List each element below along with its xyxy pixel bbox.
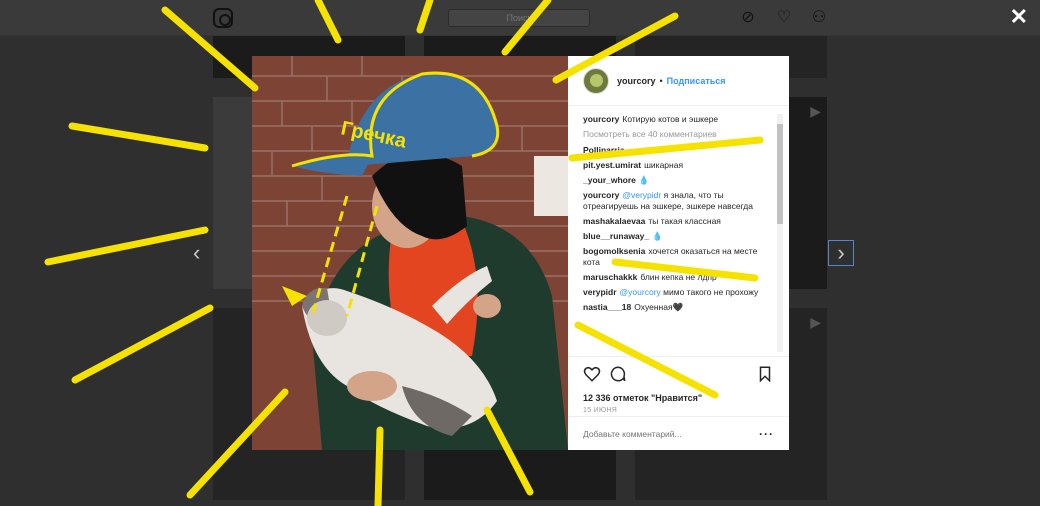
comment-item: blue__runaway_ 💧 xyxy=(583,231,775,242)
comments-list: yourcory Котирую котов и эшкере Посмотрет… xyxy=(583,114,775,352)
comment-user[interactable]: nastia___18 xyxy=(583,302,631,312)
caption: yourcory Котирую котов и эшкере xyxy=(583,114,775,125)
scrollbar-thumb[interactable] xyxy=(777,124,783,224)
more-options-button[interactable]: ··· xyxy=(759,427,774,441)
view-all-comments-link[interactable]: Посмотреть все 40 комментариев xyxy=(583,129,775,139)
comment-user[interactable]: Pollinarria xyxy=(583,145,625,155)
bookmark-icon[interactable] xyxy=(756,365,774,383)
avatar[interactable] xyxy=(583,67,609,94)
comment-user[interactable]: maruschakkk xyxy=(583,272,637,282)
comment-item: _your_whore 💧 xyxy=(583,175,775,186)
comment-item: yourcory @verypidr я знала, что ты отреаг… xyxy=(583,190,775,212)
comments-scrollbar[interactable] xyxy=(777,114,783,352)
post-header: yourcory • Подписаться xyxy=(568,56,789,106)
user-icon[interactable]: ⚇ xyxy=(810,9,828,27)
comment-text: Охуенная🖤 xyxy=(634,302,684,312)
comment-item: nastia___18 Охуенная🖤 xyxy=(583,302,775,313)
like-heart-icon[interactable] xyxy=(583,365,601,383)
post-modal: Гречка yourcory • Подписаться yourcory Ко… xyxy=(252,56,789,450)
comment-user[interactable]: verypidr xyxy=(583,287,617,297)
search-input[interactable] xyxy=(448,9,590,27)
comment-user[interactable]: yourcory xyxy=(583,190,619,200)
previous-arrow[interactable]: ‹ xyxy=(193,240,200,266)
likes-count[interactable]: 12 336 отметок "Нравится" xyxy=(583,393,774,403)
comment-mention[interactable]: @yourcory xyxy=(620,287,661,297)
compass-icon[interactable]: ⊘ xyxy=(739,9,757,27)
comment-text: блин кепка не лдпр xyxy=(640,272,717,282)
comment-input[interactable] xyxy=(583,428,759,439)
comment-user[interactable]: bogomolksenia xyxy=(583,246,645,256)
grid-tile[interactable] xyxy=(424,450,616,500)
comment-text: 💧 xyxy=(638,175,650,185)
comment-user[interactable]: mashakalaevaa xyxy=(583,216,645,226)
background-header: ⊘ ♡ ⚇ xyxy=(0,0,1040,36)
add-comment-bar: ··· xyxy=(568,416,789,450)
comment-user[interactable]: yourcory xyxy=(583,114,619,124)
comment-item: bogomolksenia хочется оказаться на месте … xyxy=(583,246,775,268)
heart-icon[interactable]: ♡ xyxy=(775,9,793,27)
video-icon: ▶ xyxy=(810,314,821,330)
close-button[interactable]: ✕ xyxy=(1010,4,1028,30)
post-photo: Гречка xyxy=(252,56,568,450)
comment-item: Pollinarria xyxy=(583,145,775,156)
comment-mention[interactable]: @verypidr xyxy=(622,190,661,200)
comment-text: мимо такого не прохожу xyxy=(663,287,759,297)
grid-tile[interactable]: ▶ xyxy=(789,97,827,289)
comment-item: mashakalaevaa ты такая классная xyxy=(583,216,775,227)
comment-text: ты такая классная xyxy=(648,216,721,226)
video-icon: ▶ xyxy=(810,103,821,119)
comment-user[interactable]: pit.yest.umirat xyxy=(583,160,641,170)
comment-item: pit.yest.umirat шикарная xyxy=(583,160,775,171)
comment-item: maruschakkk блин кепка не лдпр xyxy=(583,272,775,283)
comment-user[interactable]: blue__runaway_ xyxy=(583,231,649,241)
next-arrow[interactable]: › xyxy=(828,240,854,266)
comment-bubble-icon[interactable] xyxy=(609,365,627,383)
post-date: 15 ИЮНЯ xyxy=(583,407,618,414)
post-username[interactable]: yourcory xyxy=(617,76,656,86)
post-sidebar: yourcory • Подписаться yourcory Котирую к… xyxy=(568,56,789,450)
comment-text: Котирую котов и эшкере xyxy=(622,114,719,124)
post-actions: 12 336 отметок "Нравится" 15 ИЮНЯ xyxy=(568,356,789,414)
comment-text: шикарная xyxy=(644,160,684,170)
instagram-logo-icon[interactable] xyxy=(213,8,233,28)
comment-user[interactable]: _your_whore xyxy=(583,175,636,185)
follow-button[interactable]: Подписаться xyxy=(667,76,726,86)
comment-item: verypidr @yourcory мимо такого не прохожу xyxy=(583,287,775,298)
comment-text: 💧 xyxy=(652,231,663,241)
separator-dot: • xyxy=(659,75,663,86)
